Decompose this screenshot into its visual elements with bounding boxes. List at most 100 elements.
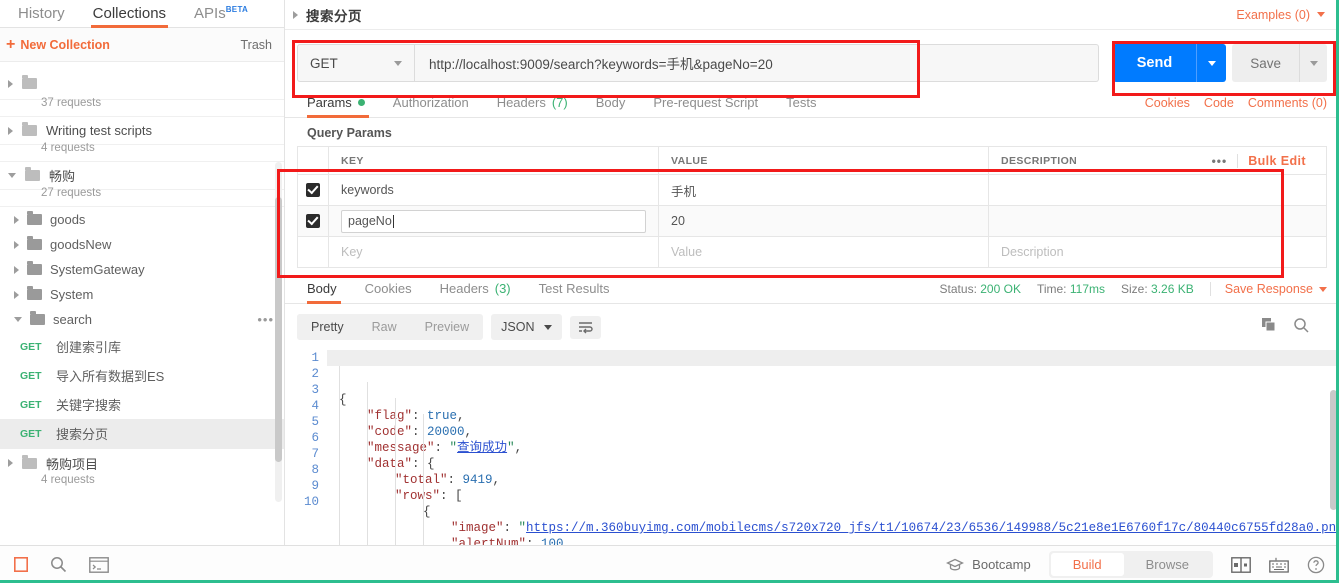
row-key-cell[interactable]: pageNo [329,206,659,236]
tab-history[interactable]: History [4,6,79,27]
row-key-cell[interactable]: keywords [329,175,659,205]
json-token: , [492,473,501,487]
table-more-icon[interactable]: ••• [1212,154,1228,168]
send-options-button[interactable] [1196,44,1227,82]
copy-button[interactable] [1261,317,1277,338]
request-header: 搜索分页 Examples (0) [285,0,1339,30]
collection-item-changgou-project[interactable]: 畅购项目 [0,449,284,477]
json-token: { [339,393,347,407]
modified-dot-icon [357,99,365,106]
tab-authorization[interactable]: Authorization [379,95,483,117]
json-token: 20000 [427,425,465,439]
table-row-placeholder[interactable]: Key Value Description [298,237,1326,268]
wrap-lines-button[interactable] [570,315,602,339]
tab-tests[interactable]: Tests [772,95,830,117]
tab-pre-request-script[interactable]: Pre-request Script [639,95,772,117]
response-tab-headers[interactable]: Headers (3) [426,281,525,303]
row-key-input[interactable]: pageNo [341,209,646,233]
response-tab-test-results[interactable]: Test Results [525,281,624,303]
layout-button[interactable] [1231,556,1251,573]
json-token: " [507,441,515,455]
tab-params[interactable]: Params [297,95,379,118]
send-button[interactable]: Send [1112,44,1197,82]
json-line: "rows": [ [339,488,1339,504]
trash-button[interactable]: Trash [241,38,273,52]
response-body-viewer[interactable]: 1 2 3 4 5 6 7 8 9 10 {"flag": true, "code": 20000,… [285,346,1339,545]
row-checkbox[interactable] [306,183,320,197]
sidebar-folder-systemgateway[interactable]: SystemGateway [0,257,284,282]
view-mode-pretty[interactable]: Pretty [297,314,358,340]
collection-item-changgou[interactable]: 畅购 [0,162,284,190]
collections-list[interactable]: 37 requests Writing test scripts 4 reque… [0,62,284,545]
tab-headers[interactable]: Headers (7) [483,95,582,117]
view-mode-raw[interactable]: Raw [358,314,411,340]
mode-build[interactable]: Build [1050,553,1124,576]
save-options-button[interactable] [1299,44,1327,82]
row-checkbox[interactable] [306,214,320,228]
help-button[interactable] [1307,556,1325,574]
row-description-cell[interactable] [989,206,1326,236]
json-code[interactable]: {"flag": true, "code": 20000, "message": "… [327,346,1339,545]
url-input[interactable]: http://localhost:9009/search?keywords=手机… [415,44,1099,82]
method-select[interactable]: GET [297,44,415,82]
json-token[interactable]: https://m.360buyimg.com/mobilecms/s720x7… [526,521,1339,535]
examples-dropdown[interactable]: Examples (0) [1236,8,1325,22]
sidebar-folder-system[interactable]: System [0,282,284,307]
line-number: 9 [311,479,319,493]
json-token[interactable]: 查询成功 [457,441,507,455]
cookies-link[interactable]: Cookies [1145,96,1190,110]
indent-guide [423,414,424,545]
find-button[interactable] [50,556,67,573]
response-tab-body[interactable]: Body [297,281,351,304]
mode-browse[interactable]: Browse [1124,553,1211,576]
response-tab-cookies[interactable]: Cookies [351,281,426,303]
table-row[interactable]: pageNo 20 [298,206,1326,237]
row-value-cell[interactable]: 20 [659,206,989,236]
chevron-right-icon[interactable] [293,10,298,19]
request-item-keyword-search[interactable]: GET 关键字搜索 [0,390,284,419]
request-item-create-index[interactable]: GET 创建索引库 [0,332,284,361]
sidebar-folder-search[interactable]: search ••• [0,307,284,332]
chevron-down-icon [1309,60,1318,66]
tab-collections[interactable]: Collections [79,6,180,28]
search-button[interactable] [1293,317,1309,338]
sidebar-folder-goodsnew[interactable]: goodsNew [0,232,284,257]
placeholder-value-cell[interactable]: Value [659,237,989,267]
collection-item-partial[interactable] [0,72,284,100]
line-numbers: 1 2 3 4 5 6 7 8 9 10 [285,346,327,545]
row-description-cell[interactable] [989,175,1326,205]
folder-more-icon[interactable]: ••• [257,312,274,327]
row-value-cell[interactable]: 手机 [659,175,989,205]
save-button[interactable]: Save [1232,44,1299,82]
json-token: , [457,409,465,423]
sidebar-toggle-button[interactable] [14,557,28,572]
tab-apis[interactable]: APIsBETA [180,3,262,27]
comments-link[interactable]: Comments (0) [1248,96,1327,110]
placeholder-description-cell[interactable]: Description [989,237,1326,267]
collection-item-writing-test-scripts[interactable]: Writing test scripts [0,117,284,145]
bulk-edit-button[interactable]: Bulk Edit [1237,153,1306,168]
sidebar-folder-goods[interactable]: goods [0,207,284,232]
keyboard-shortcuts-button[interactable] [1269,557,1289,573]
console-icon [89,556,109,573]
tab-body[interactable]: Body [582,95,640,117]
help-circle-icon [1307,556,1325,573]
request-item-import-data[interactable]: GET 导入所有数据到ES [0,361,284,390]
json-token: "rows" [395,489,441,503]
table-row[interactable]: keywords 手机 [298,175,1326,206]
sidebar: History Collections APIsBETA + New Colle… [0,0,285,545]
tab-body-label: Body [595,95,626,110]
code-link[interactable]: Code [1204,96,1234,110]
indent-guide [367,382,368,545]
format-select[interactable]: JSON [491,314,563,340]
view-mode-preview[interactable]: Preview [411,314,483,340]
console-button[interactable] [89,556,109,573]
folder-label: search [53,312,93,327]
new-collection-button[interactable]: + New Collection [6,36,110,52]
save-response-button[interactable]: Save Response [1209,282,1327,296]
status-bar: Bootcamp Build Browse [0,545,1339,583]
bootcamp-button[interactable]: Bootcamp [946,557,1031,572]
placeholder-key-cell[interactable]: Key [329,237,659,267]
sidebar-scrollbar[interactable] [275,197,282,462]
request-item-search-paging[interactable]: GET 搜索分页 [0,419,284,448]
